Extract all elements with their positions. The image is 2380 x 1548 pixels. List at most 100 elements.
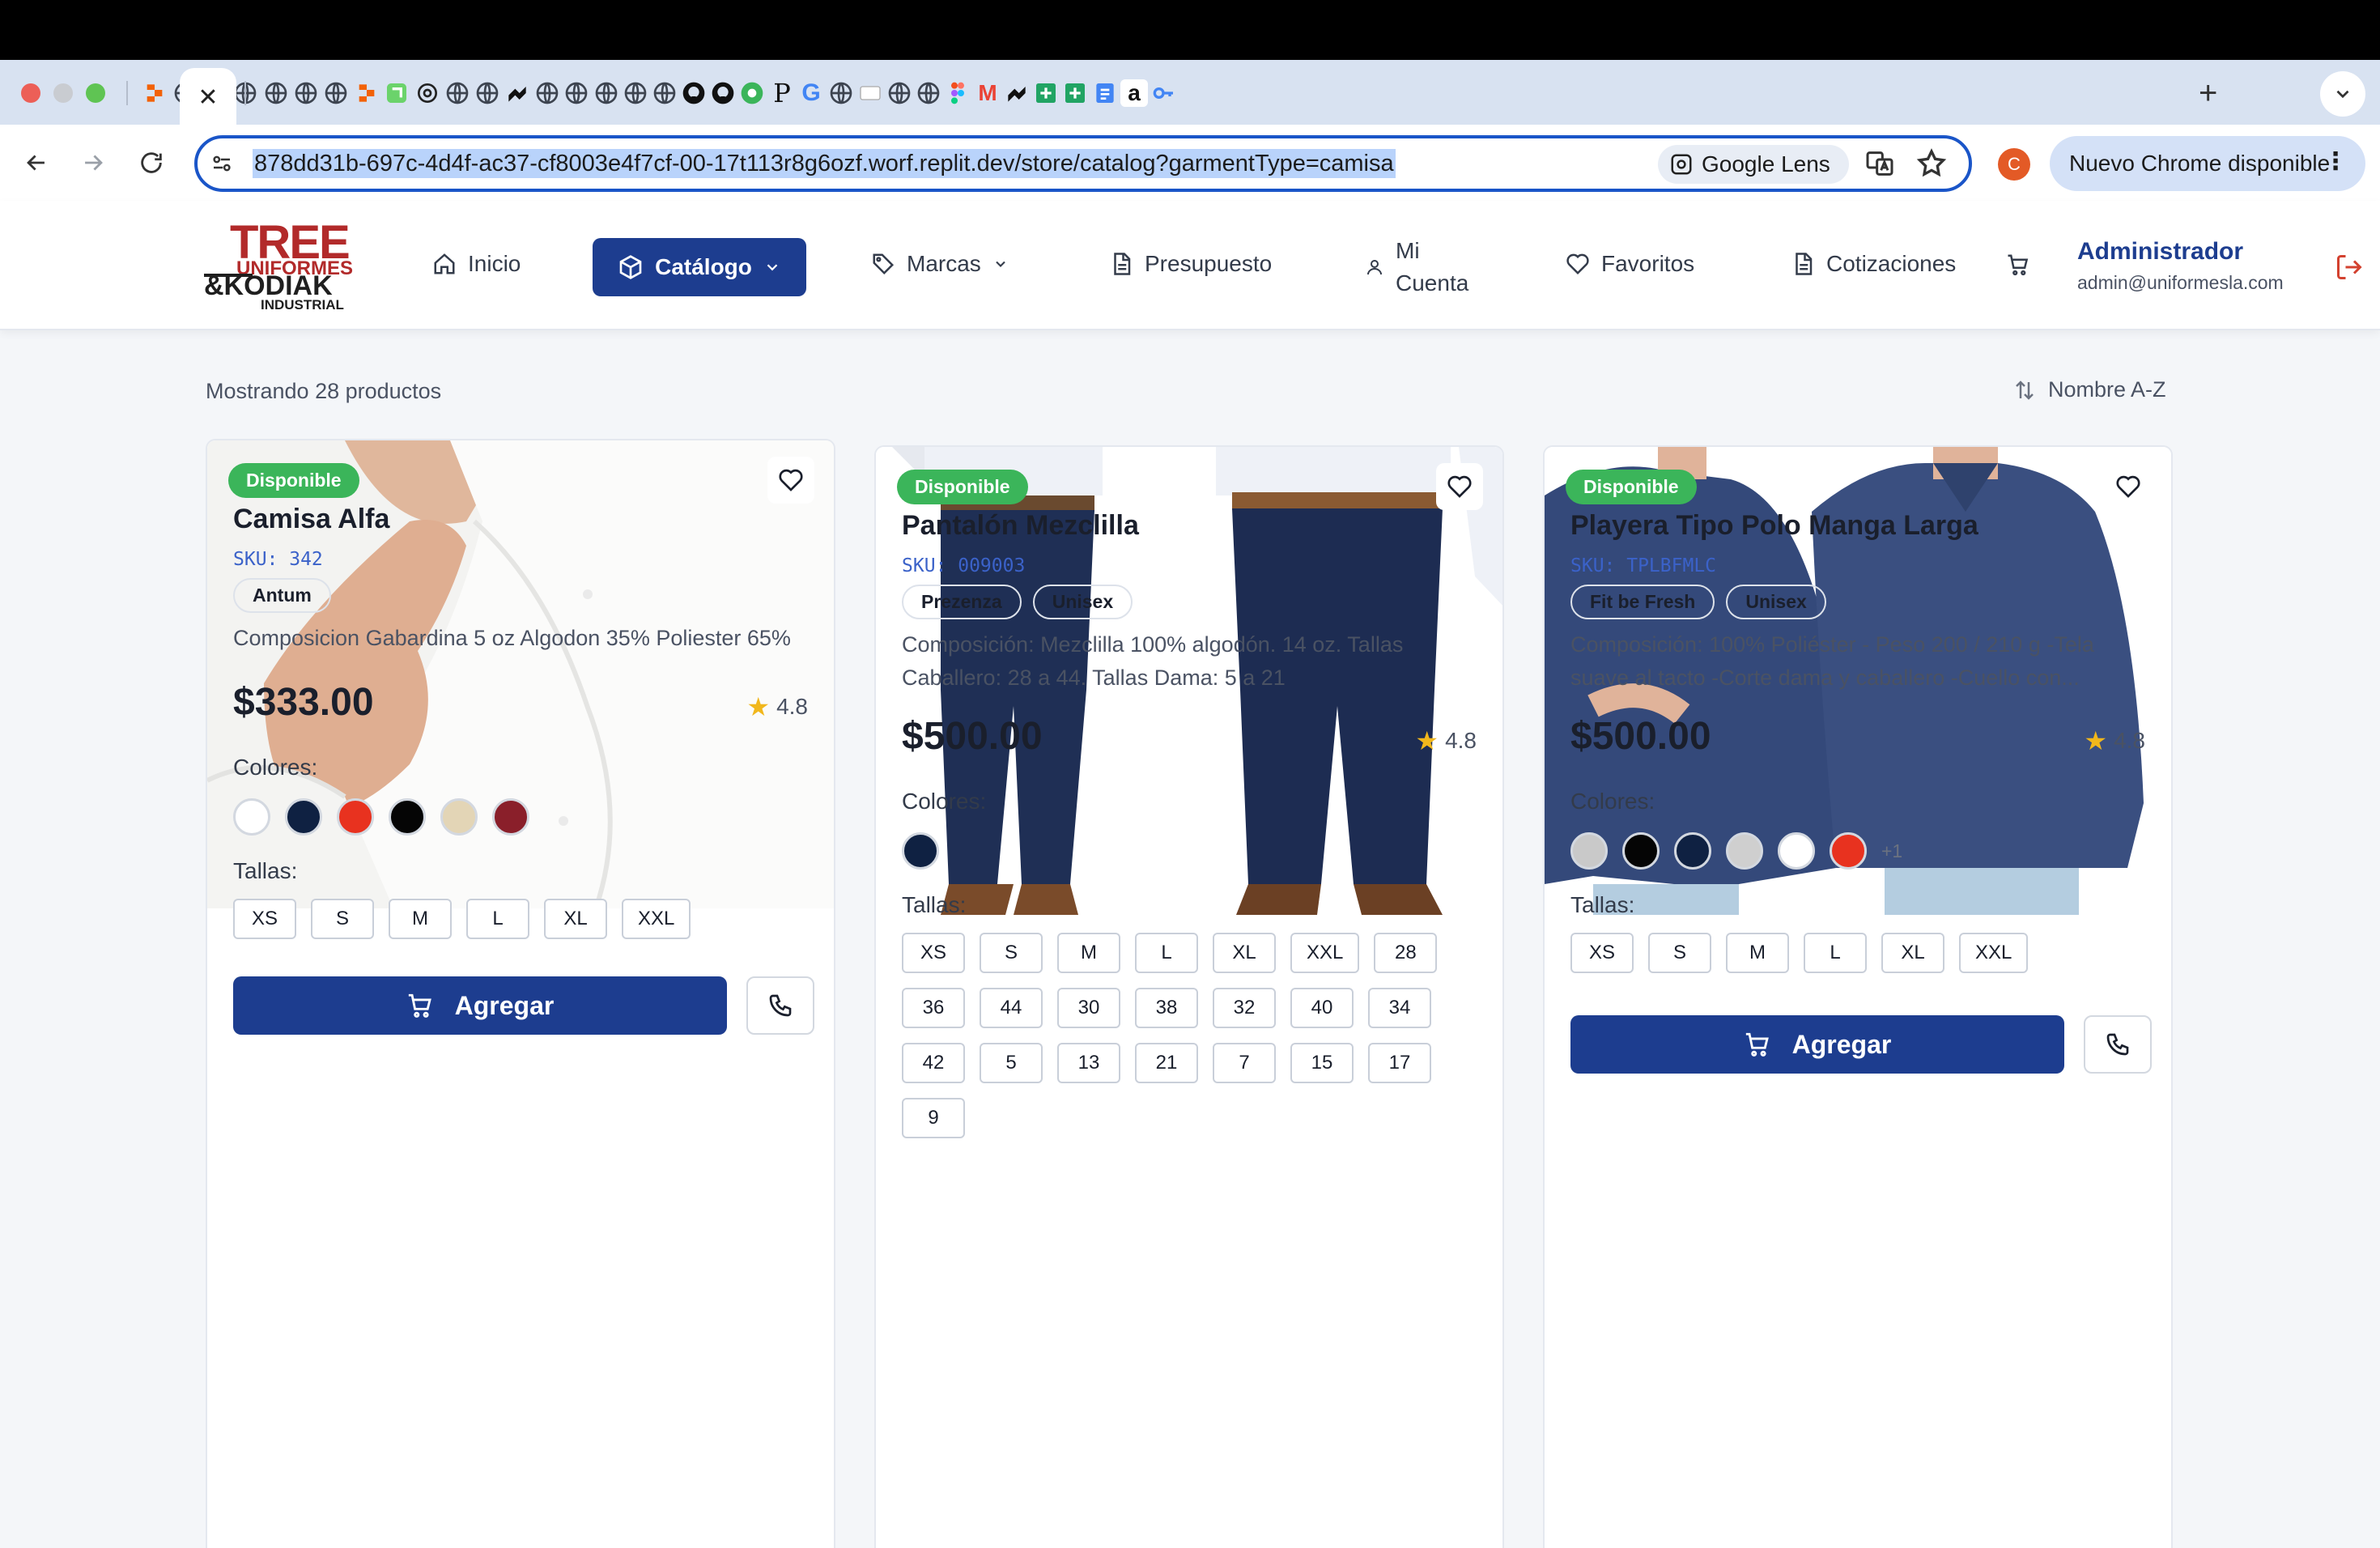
size-option[interactable]: XS: [1570, 933, 1634, 973]
perplexity-icon[interactable]: P: [768, 78, 796, 108]
nav-brands[interactable]: Marcas: [871, 251, 1009, 277]
app-icon[interactable]: [383, 79, 410, 107]
globe-icon[interactable]: [474, 79, 501, 107]
back-button[interactable]: [18, 144, 55, 181]
logout-icon[interactable]: [2335, 253, 2364, 282]
size-option[interactable]: XS: [233, 899, 296, 939]
size-option[interactable]: L: [1135, 933, 1198, 973]
add-to-cart-button[interactable]: Agregar: [1570, 1015, 2064, 1074]
size-option[interactable]: XXL: [622, 899, 691, 939]
profile-avatar[interactable]: C: [1998, 148, 2030, 181]
color-swatch[interactable]: [337, 798, 374, 836]
globe-icon[interactable]: [827, 79, 855, 107]
size-option[interactable]: 32: [1213, 988, 1276, 1028]
sort-select[interactable]: Nombre A-Z: [2012, 377, 2166, 402]
color-swatch[interactable]: [902, 832, 939, 870]
more-colors-count[interactable]: +1: [1881, 840, 1902, 862]
nav-budget[interactable]: Presupuesto: [1109, 251, 1272, 277]
size-option[interactable]: XS: [902, 933, 965, 973]
globe-icon[interactable]: [886, 79, 913, 107]
forward-button[interactable]: [74, 144, 112, 181]
color-swatch[interactable]: [1674, 832, 1711, 870]
new-tab-button[interactable]: +: [2199, 77, 2217, 109]
google-lens-button[interactable]: Google Lens: [1658, 145, 1849, 184]
color-swatch[interactable]: [1622, 832, 1660, 870]
color-swatch[interactable]: [1726, 832, 1763, 870]
product-name[interactable]: Playera Tipo Polo Manga Larga: [1570, 510, 1978, 542]
translate-icon[interactable]: [1864, 147, 1896, 180]
call-button[interactable]: [746, 976, 814, 1035]
size-option[interactable]: 13: [1057, 1043, 1120, 1083]
size-option[interactable]: 36: [902, 988, 965, 1028]
add-to-cart-button[interactable]: Agregar: [233, 976, 727, 1035]
key-icon[interactable]: [1150, 79, 1177, 107]
size-option[interactable]: 42: [902, 1043, 965, 1083]
docs-icon[interactable]: [1091, 79, 1119, 107]
replit-icon[interactable]: [353, 79, 380, 107]
maximize-window-button[interactable]: [86, 83, 105, 103]
color-swatch[interactable]: [285, 798, 322, 836]
nav-quotes[interactable]: Cotizaciones: [1791, 251, 1956, 277]
globe-icon[interactable]: [651, 79, 678, 107]
product-card[interactable]: Disponible Camisa Alfa SKU: 342 Antum Compos…: [206, 439, 835, 1548]
openai-icon[interactable]: [414, 79, 441, 107]
globe-icon[interactable]: [444, 79, 471, 107]
size-option[interactable]: 7: [1213, 1043, 1276, 1083]
url-text[interactable]: 878dd31b-697c-4d4f-ac37-cf8003e4f7cf-00-…: [253, 149, 1396, 178]
app-icon[interactable]: [856, 79, 884, 107]
close-icon[interactable]: ✕: [198, 83, 218, 112]
figma-icon[interactable]: [944, 79, 971, 107]
user-name[interactable]: Administrador: [2077, 238, 2243, 266]
notification-icon[interactable]: [738, 79, 766, 107]
tab-search-button[interactable]: [2320, 71, 2365, 117]
replit-icon[interactable]: [141, 79, 168, 107]
size-option[interactable]: L: [1804, 933, 1867, 973]
favorite-button[interactable]: [767, 457, 814, 504]
globe-icon[interactable]: [533, 79, 561, 107]
product-card[interactable]: Disponible Playera Tipo Polo Manga Larga S…: [1543, 445, 2173, 1548]
size-option[interactable]: M: [1057, 933, 1120, 973]
color-swatch[interactable]: [1830, 832, 1867, 870]
product-name[interactable]: Pantalón Mezclilla: [902, 510, 1139, 542]
size-option[interactable]: XXL: [1959, 933, 2029, 973]
app-icon[interactable]: [1003, 79, 1031, 107]
color-swatch[interactable]: [1570, 832, 1608, 870]
github-icon[interactable]: [709, 79, 737, 107]
size-option[interactable]: 5: [980, 1043, 1043, 1083]
amazon-icon[interactable]: a: [1120, 79, 1148, 107]
size-option[interactable]: 30: [1057, 988, 1120, 1028]
size-option[interactable]: M: [389, 899, 452, 939]
size-option[interactable]: S: [311, 899, 374, 939]
size-option[interactable]: 17: [1368, 1043, 1431, 1083]
active-tab[interactable]: ✕: [180, 68, 236, 126]
size-option[interactable]: 15: [1290, 1043, 1354, 1083]
close-window-button[interactable]: [21, 83, 40, 103]
globe-icon[interactable]: [262, 79, 290, 107]
size-option[interactable]: 38: [1135, 988, 1198, 1028]
brand-logo[interactable]: TREE UNIFORMES &KODIAK INDUSTRIAL: [204, 219, 363, 316]
nav-catalog[interactable]: Catálogo: [593, 238, 806, 296]
bookmark-star-icon[interactable]: [1915, 147, 1948, 180]
size-option[interactable]: L: [466, 899, 529, 939]
github-icon[interactable]: [680, 79, 708, 107]
size-option[interactable]: XL: [1213, 933, 1276, 973]
kebab-menu-icon[interactable]: ⋮: [2323, 147, 2348, 176]
size-option[interactable]: 9: [902, 1098, 965, 1138]
site-info-icon[interactable]: [206, 147, 238, 180]
globe-icon[interactable]: [292, 79, 320, 107]
nav-account[interactable]: Mi Cuenta: [1365, 235, 1468, 300]
call-button[interactable]: [2084, 1015, 2152, 1074]
size-option[interactable]: 28: [1374, 933, 1438, 973]
globe-icon[interactable]: [563, 79, 590, 107]
google-icon[interactable]: G: [797, 79, 825, 107]
size-option[interactable]: S: [980, 933, 1043, 973]
globe-icon[interactable]: [593, 79, 620, 107]
globe-icon[interactable]: [915, 79, 942, 107]
size-option[interactable]: 21: [1135, 1043, 1198, 1083]
sheets-icon[interactable]: [1032, 79, 1060, 107]
favorite-button[interactable]: [2105, 463, 2152, 510]
product-card[interactable]: Disponible Pantalón Mezclilla SKU: 009003 P…: [874, 445, 1504, 1548]
gmail-icon[interactable]: M: [974, 79, 1001, 107]
chrome-update-button[interactable]: Nuevo Chrome disponible ⋮: [2050, 136, 2365, 191]
size-option[interactable]: XL: [544, 899, 607, 939]
